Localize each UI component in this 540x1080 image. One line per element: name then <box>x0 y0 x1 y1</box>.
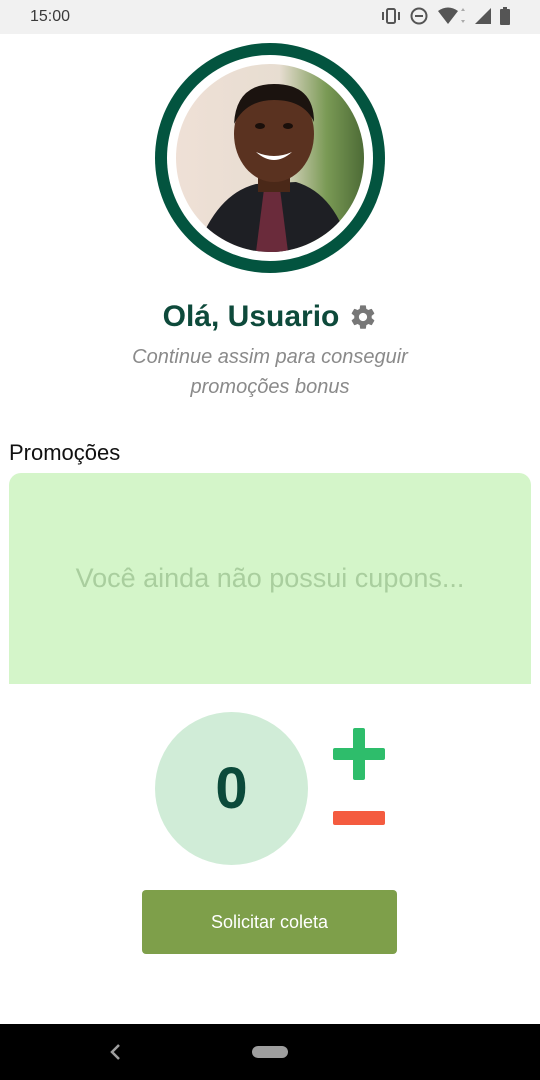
home-button[interactable] <box>252 1046 288 1058</box>
counter-value: 0 <box>215 756 248 821</box>
status-icons <box>380 7 510 25</box>
gear-icon[interactable] <box>349 303 377 331</box>
navigation-bar <box>0 1024 540 1080</box>
promotions-empty-message: Você ainda não possui cupons... <box>75 563 465 593</box>
increment-button[interactable] <box>333 728 385 780</box>
wifi-icon <box>438 7 465 24</box>
greeting-text: Olá, Usuario <box>162 300 340 333</box>
plus-icon <box>333 728 385 780</box>
promotions-label: Promoções <box>9 440 121 465</box>
status-time: 15:00 <box>30 8 71 25</box>
request-pickup-button[interactable]: Solicitar coleta <box>142 890 397 954</box>
greeting: Olá, Usuario <box>0 300 540 334</box>
dnd-icon <box>410 7 428 25</box>
subtitle-line-1: Continue assim para conseguir <box>132 346 408 368</box>
minus-icon <box>333 811 385 825</box>
avatar-ring <box>155 43 385 273</box>
battery-icon <box>500 7 510 25</box>
subtitle-line-2: promoções bonus <box>190 376 350 398</box>
decrement-button[interactable] <box>333 802 385 832</box>
back-icon[interactable] <box>108 1043 124 1061</box>
subtitle: Continue assim para conseguir promoções … <box>90 342 450 402</box>
vibrate-icon <box>382 8 400 24</box>
status-bar: 15:00 <box>0 0 540 34</box>
counter-display: 0 <box>155 712 308 865</box>
promotions-card[interactable]: Você ainda não possui cupons... <box>9 473 531 684</box>
avatar[interactable] <box>176 64 364 252</box>
signal-icon <box>475 8 491 24</box>
